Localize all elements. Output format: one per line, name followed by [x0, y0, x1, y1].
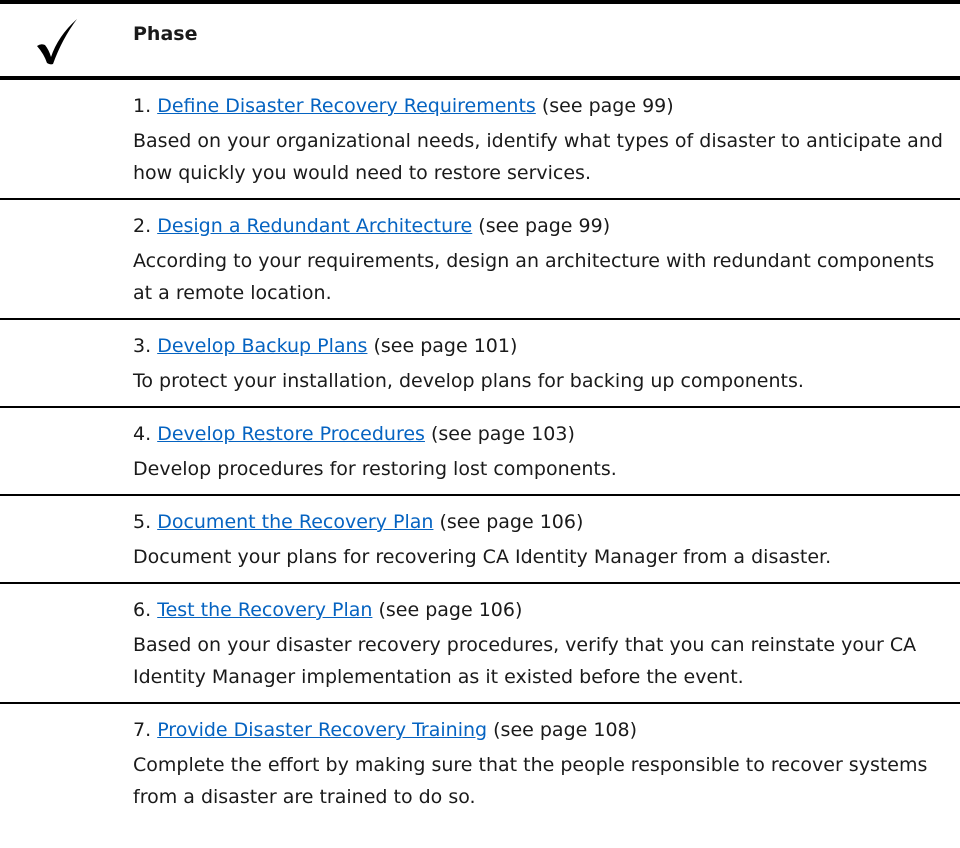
phase-table: Phase 1. Define Disaster Recovery Requir…: [0, 0, 960, 822]
page-reference: (see page 99): [541, 95, 674, 117]
phase-description: Document your plans for recovering CA Id…: [133, 546, 832, 568]
phase-link-backup-plans[interactable]: Develop Backup Plans: [157, 335, 367, 357]
page-reference: (see page 106): [439, 511, 584, 533]
phase-number: 1.: [133, 95, 152, 117]
phase-title: 4. Develop Restore Procedures (see page …: [133, 408, 944, 447]
page-reference: (see page 101): [373, 335, 518, 357]
phase-number: 6.: [133, 599, 152, 621]
header-phase-label: Phase: [133, 23, 198, 45]
phase-link-training[interactable]: Provide Disaster Recovery Training: [157, 719, 487, 741]
phase-title: 6. Test the Recovery Plan (see page 106): [133, 584, 944, 623]
phase-link-document-plan[interactable]: Document the Recovery Plan: [157, 511, 433, 533]
phase-row-6: 6. Test the Recovery Plan (see page 106)…: [0, 582, 960, 702]
table-header: Phase: [0, 0, 960, 80]
phase-row-1: 1. Define Disaster Recovery Requirements…: [0, 80, 960, 198]
page-reference: (see page 106): [378, 599, 523, 621]
phase-number: 5.: [133, 511, 152, 533]
phase-title: 1. Define Disaster Recovery Requirements…: [133, 80, 944, 119]
phase-description: Based on your disaster recovery procedur…: [133, 634, 917, 688]
phase-description: Develop procedures for restoring lost co…: [133, 458, 617, 480]
phase-link-define-requirements[interactable]: Define Disaster Recovery Requirements: [157, 95, 536, 117]
phase-description: Based on your organizational needs, iden…: [133, 130, 943, 184]
phase-description: To protect your installation, develop pl…: [133, 370, 804, 392]
phase-title: 7. Provide Disaster Recovery Training (s…: [133, 704, 944, 743]
phase-link-test-plan[interactable]: Test the Recovery Plan: [157, 599, 372, 621]
page-reference: (see page 103): [431, 423, 575, 445]
phase-description: According to your requirements, design a…: [133, 250, 935, 304]
phase-title: 5. Document the Recovery Plan (see page …: [133, 496, 944, 535]
phase-title: 3. Develop Backup Plans (see page 101): [133, 320, 944, 359]
phase-row-3: 3. Develop Backup Plans (see page 101) T…: [0, 318, 960, 406]
phase-link-restore-procedures[interactable]: Develop Restore Procedures: [157, 423, 425, 445]
page-reference: (see page 99): [478, 215, 611, 237]
checkmark-icon: [37, 19, 77, 65]
phase-description: Complete the effort by making sure that …: [133, 754, 928, 808]
phase-number: 4.: [133, 423, 152, 445]
phase-link-design-architecture[interactable]: Design a Redundant Architecture: [157, 215, 472, 237]
phase-number: 3.: [133, 335, 152, 357]
phase-row-7: 7. Provide Disaster Recovery Training (s…: [0, 702, 960, 822]
phase-number: 7.: [133, 719, 152, 741]
phase-number: 2.: [133, 215, 152, 237]
phase-row-5: 5. Document the Recovery Plan (see page …: [0, 494, 960, 582]
phase-row-4: 4. Develop Restore Procedures (see page …: [0, 406, 960, 494]
page-reference: (see page 108): [493, 719, 638, 741]
phase-row-2: 2. Design a Redundant Architecture (see …: [0, 198, 960, 318]
phase-title: 2. Design a Redundant Architecture (see …: [133, 200, 944, 239]
